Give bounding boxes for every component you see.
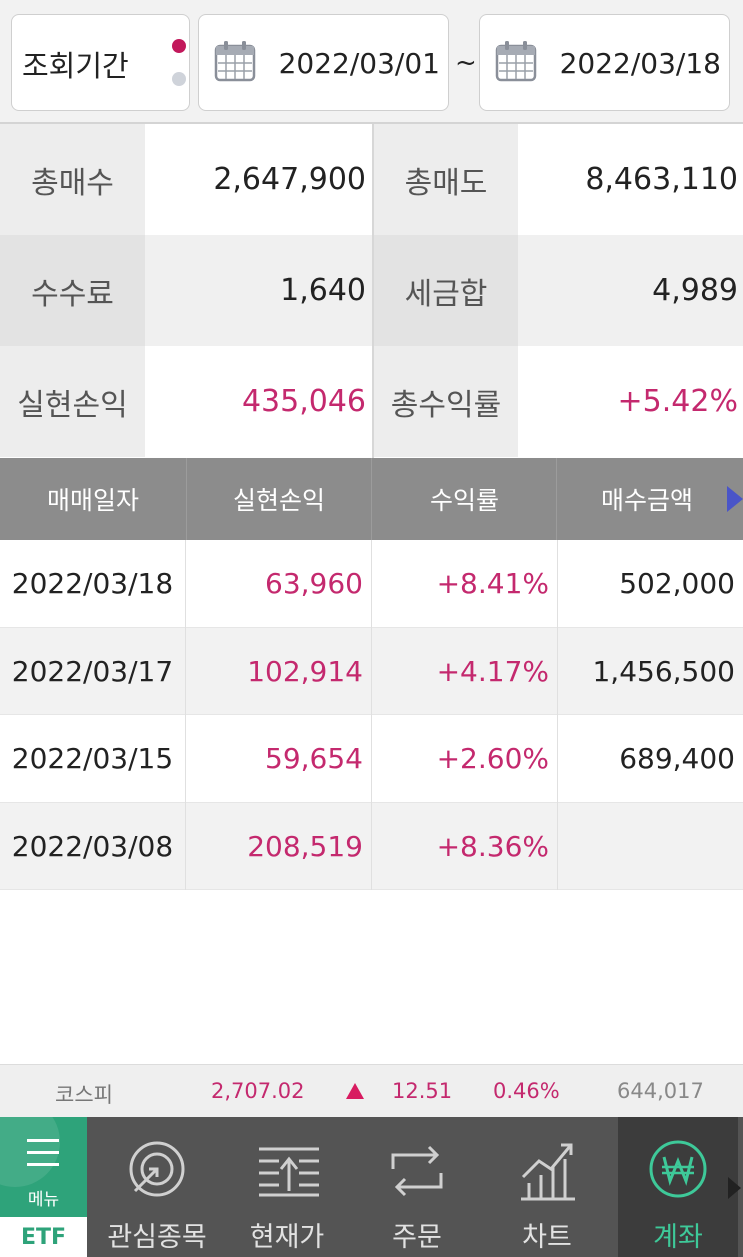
nav-account[interactable]: 계좌 [618, 1117, 738, 1257]
nav-watchlist[interactable]: 관심종목 [92, 1117, 222, 1257]
nav-watchlist-label: 관심종목 [107, 1222, 207, 1253]
nav-account-label: 계좌 [653, 1222, 703, 1253]
total-sell-label: 총매도 [374, 124, 518, 235]
trade-date: 2022/03/18 [11, 567, 174, 600]
trade-realized-pnl: 59,654 [265, 742, 363, 775]
trade-date: 2022/03/08 [11, 829, 174, 863]
column-divider [371, 540, 372, 890]
ticker-market-name: 코스피 [55, 1083, 113, 1107]
total-buy-label: 총매수 [0, 124, 145, 235]
calendar-icon [214, 41, 256, 82]
table-header: 매매일자 실현손익 수익률 매수금액 [0, 458, 743, 540]
exchange-arrows-icon [391, 1145, 443, 1197]
summary-panel: 총매수 2,647,900 총매도 8,463,110 수수료 1,640 세금… [0, 124, 743, 458]
ticker-change: 12.51 [392, 1079, 453, 1103]
date-range-separator: ~ [455, 48, 477, 78]
calendar-icon [495, 41, 537, 82]
nav-current-price[interactable]: 현재가 [222, 1117, 352, 1257]
column-divider [185, 540, 186, 890]
column-header-date[interactable]: 매매일자 [0, 458, 186, 540]
summary-divider [372, 124, 374, 458]
bottom-nav: 메뉴 ETF 관심종목 현재가 주문 차트 계좌 [0, 1117, 743, 1257]
nav-order-label: 주문 [392, 1222, 442, 1253]
header-divider [371, 458, 372, 540]
period-label: 조회기간 [22, 49, 129, 83]
trade-return-rate: +8.36% [436, 829, 549, 863]
total-return-value: +5.42% [518, 346, 743, 457]
trade-buy-amount: 689,400 [619, 742, 735, 775]
realized-pnl-value: 435,046 [145, 346, 372, 457]
period-bar: 조회기간 2022/03/01 ~ 2022/03/18 [0, 0, 743, 124]
hamburger-icon [27, 1151, 59, 1154]
ticker-volume: 644,017 [617, 1079, 704, 1103]
won-icon [649, 1140, 707, 1198]
column-header-realized-pnl[interactable]: 실현손익 [186, 458, 372, 540]
realized-pnl-label: 실현손익 [0, 346, 145, 457]
nav-scroll-right-icon[interactable] [728, 1177, 741, 1199]
trade-buy-amount: 1,456,500 [592, 654, 735, 688]
etf-button[interactable]: ETF [0, 1217, 87, 1257]
hamburger-icon [27, 1139, 59, 1142]
period-indicator-dot-inactive [172, 72, 186, 86]
header-divider [556, 458, 557, 540]
total-return-label: 총수익률 [374, 346, 518, 457]
trade-date: 2022/03/15 [11, 742, 174, 775]
trade-realized-pnl: 63,960 [265, 567, 363, 600]
market-ticker[interactable]: 코스피 2,707.02 12.51 0.46% 644,017 [0, 1064, 743, 1117]
period-selector-button[interactable]: 조회기간 [11, 14, 190, 111]
nav-current-price-label: 현재가 [249, 1222, 325, 1253]
hamburger-icon [27, 1163, 59, 1166]
start-date: 2022/03/01 [278, 47, 440, 80]
menu-button[interactable]: 메뉴 ETF [0, 1117, 87, 1257]
start-date-field[interactable]: 2022/03/01 [198, 14, 449, 111]
trade-date: 2022/03/17 [11, 654, 174, 688]
chart-icon [521, 1143, 575, 1201]
header-divider [186, 458, 187, 540]
nav-chart-label: 차트 [522, 1222, 572, 1253]
column-divider [557, 540, 558, 890]
trade-buy-amount [557, 803, 743, 890]
ticker-index-value: 2,707.02 [211, 1079, 305, 1103]
scroll-columns-right-icon[interactable] [727, 486, 743, 512]
tax-value: 4,989 [518, 235, 743, 346]
trade-realized-pnl: 208,519 [247, 829, 363, 863]
trade-return-rate: +4.17% [436, 654, 549, 688]
trade-buy-amount: 502,000 [619, 567, 735, 600]
target-arrow-icon [129, 1141, 185, 1197]
nav-chart[interactable]: 차트 [482, 1117, 612, 1257]
tax-label: 세금합 [374, 235, 518, 346]
price-bars-icon [259, 1147, 319, 1197]
end-date: 2022/03/18 [559, 47, 721, 80]
total-sell-value: 8,463,110 [518, 124, 743, 235]
column-header-buy-amount[interactable]: 매수금액 [557, 458, 743, 540]
up-triangle-icon [346, 1083, 364, 1099]
trade-realized-pnl: 102,914 [247, 654, 363, 688]
menu-label: 메뉴 [27, 1190, 60, 1210]
fee-value: 1,640 [145, 235, 372, 346]
trade-return-rate: +2.60% [436, 742, 549, 775]
nav-order[interactable]: 주문 [352, 1117, 482, 1257]
ticker-change-percent: 0.46% [493, 1079, 560, 1103]
trade-return-rate: +8.41% [436, 567, 549, 600]
total-buy-value: 2,647,900 [145, 124, 372, 235]
column-header-return-rate[interactable]: 수익률 [372, 458, 557, 540]
end-date-field[interactable]: 2022/03/18 [479, 14, 730, 111]
fee-label: 수수료 [0, 235, 145, 346]
period-indicator-dot-active [172, 39, 186, 53]
